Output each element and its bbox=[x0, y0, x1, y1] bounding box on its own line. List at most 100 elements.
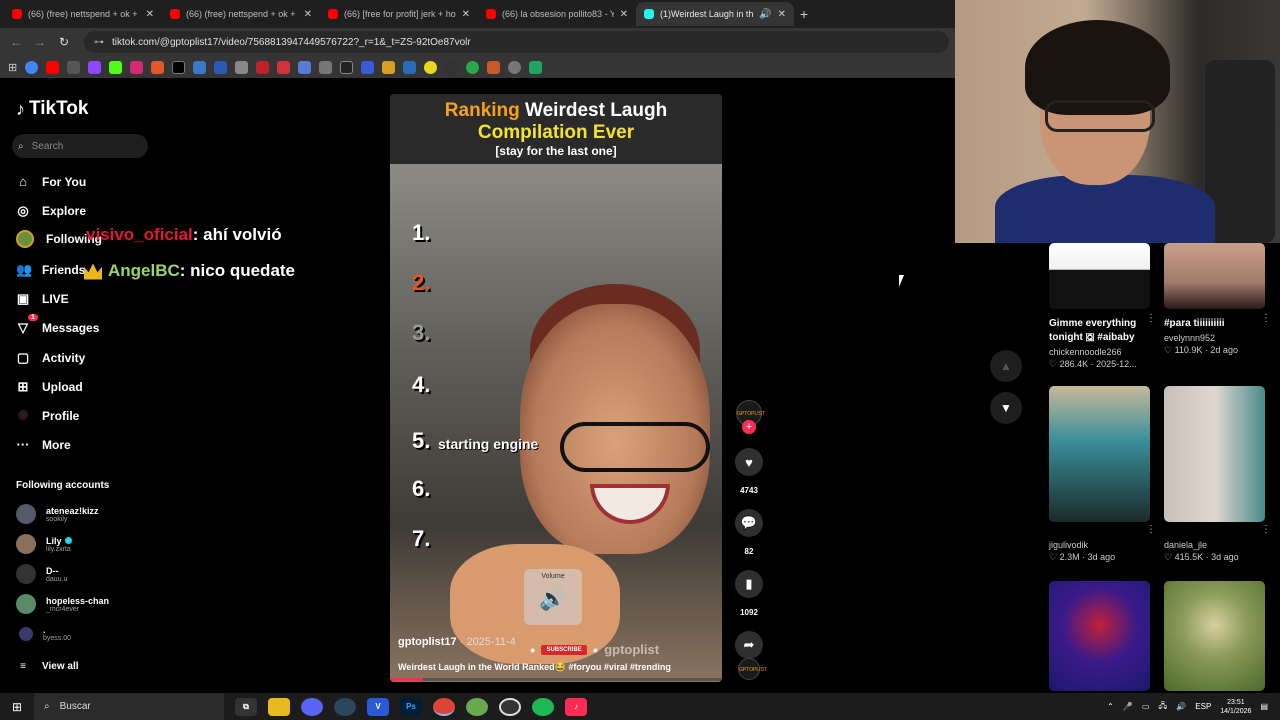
bookmark-sheets-icon[interactable] bbox=[529, 60, 543, 74]
video-player[interactable]: Ranking Weirdest Laugh Compilation Ever … bbox=[390, 94, 722, 682]
bookmark-icon[interactable] bbox=[403, 60, 417, 74]
bookmark-icon[interactable] bbox=[214, 60, 228, 74]
video-thumbnail[interactable] bbox=[1049, 581, 1150, 691]
video-card[interactable] bbox=[1049, 581, 1150, 691]
file-explorer-icon[interactable] bbox=[268, 697, 290, 716]
video-thumbnail[interactable] bbox=[1049, 243, 1150, 309]
browser-tab[interactable]: (66) (free) nettspend + ok + sa ✕ bbox=[4, 2, 162, 26]
save-button[interactable]: ▮ bbox=[735, 570, 763, 598]
share-button[interactable]: ➦ bbox=[735, 631, 763, 659]
browser-tab[interactable]: (66) (free) nettspend + ok + sa ✕ bbox=[162, 2, 320, 26]
spotify-icon[interactable] bbox=[532, 697, 554, 716]
notification-icon[interactable]: ▤ bbox=[1260, 702, 1268, 711]
nav-messages[interactable]: ▽ 1 Messages bbox=[16, 314, 99, 336]
video-thumbnail[interactable] bbox=[1164, 581, 1265, 691]
sound-avatar[interactable]: GPTOPLIST bbox=[738, 658, 767, 680]
more-options-icon[interactable]: ⋮ bbox=[1261, 313, 1271, 324]
nav-more[interactable]: ··· More bbox=[16, 437, 71, 452]
chevron-up-icon[interactable]: ⌃ bbox=[1107, 702, 1114, 711]
more-options-icon[interactable]: ⋮ bbox=[1261, 524, 1271, 535]
bookmark-icon[interactable] bbox=[487, 60, 501, 74]
following-account[interactable]: Lily lily.zxrta bbox=[16, 534, 72, 554]
discord-icon[interactable] bbox=[301, 697, 323, 716]
bookmark-icon[interactable] bbox=[298, 60, 312, 74]
bookmark-icon[interactable] bbox=[277, 60, 291, 74]
browser-tab[interactable]: (66) la obsesion pollito83 - You ✕ bbox=[478, 2, 636, 26]
forward-icon[interactable]: → bbox=[32, 35, 48, 49]
language-indicator[interactable]: ESP bbox=[1195, 702, 1211, 711]
apps-grid-icon[interactable]: ⊞ bbox=[8, 61, 17, 74]
vegas-icon[interactable]: V bbox=[367, 697, 389, 716]
close-icon[interactable]: ✕ bbox=[146, 9, 154, 20]
close-icon[interactable]: ✕ bbox=[462, 9, 470, 20]
bookmark-twitch-icon[interactable] bbox=[88, 60, 102, 74]
search-input[interactable]: ⌕ Search bbox=[12, 134, 148, 158]
app-icon[interactable] bbox=[466, 697, 488, 716]
taskbar-search[interactable]: ⌕ Buscar bbox=[34, 693, 224, 720]
bookmark-icon[interactable] bbox=[340, 60, 354, 74]
nav-upload[interactable]: ⊞ Upload bbox=[16, 379, 83, 395]
chrome-icon[interactable] bbox=[433, 697, 455, 716]
video-card[interactable]: #para tiiiiiiiiii evelynnn952 ♡ 110.9K ·… bbox=[1164, 243, 1271, 356]
nav-activity[interactable]: ▢ Activity bbox=[16, 350, 86, 366]
comment-button[interactable]: 💬 bbox=[735, 509, 763, 537]
photoshop-icon[interactable]: Ps bbox=[400, 697, 422, 716]
more-options-icon[interactable]: ⋮ bbox=[1146, 524, 1156, 535]
video-thumbnail[interactable] bbox=[1164, 386, 1265, 522]
volume-popup[interactable]: Volume 🔊 bbox=[524, 569, 582, 625]
bookmark-icon[interactable] bbox=[256, 60, 270, 74]
bookmark-icon[interactable] bbox=[445, 60, 459, 74]
network-icon[interactable]: 🖧 bbox=[1158, 700, 1167, 714]
nav-for-you[interactable]: ⌂ For You bbox=[16, 174, 86, 189]
following-account[interactable]: ateneaz!kizz sookily bbox=[16, 504, 99, 524]
bookmark-icon[interactable] bbox=[151, 60, 165, 74]
bookmark-kick-icon[interactable] bbox=[109, 60, 123, 74]
video-card[interactable]: ⋮ jigulivodik ♡ 2.3M · 3d ago bbox=[1049, 386, 1156, 563]
obs-icon[interactable] bbox=[499, 697, 521, 716]
view-all-link[interactable]: ≡ View all bbox=[16, 661, 78, 672]
close-icon[interactable]: ✕ bbox=[304, 9, 312, 20]
browser-tab-active[interactable]: (1)Weirdest Laugh in the W🔊✕ bbox=[636, 2, 794, 26]
site-info-icon[interactable]: ⊶ bbox=[94, 37, 104, 48]
bookmark-instagram-icon[interactable] bbox=[130, 60, 144, 74]
nav-friends[interactable]: 👥 Friends bbox=[16, 262, 85, 278]
video-card[interactable]: Gimme everything tonight 🇶 #aibaby chick… bbox=[1049, 243, 1156, 370]
following-account[interactable]: hopeless-chan _mcr4ever bbox=[16, 594, 109, 614]
bookmark-icon[interactable] bbox=[235, 60, 249, 74]
close-icon[interactable]: ✕ bbox=[620, 9, 628, 20]
clock[interactable]: 23:51 14/1/2026 bbox=[1220, 698, 1251, 716]
bookmark-x-icon[interactable] bbox=[172, 60, 186, 74]
next-video-button[interactable]: ▼ bbox=[990, 392, 1022, 424]
back-icon[interactable]: ← bbox=[8, 35, 24, 49]
speaker-icon[interactable]: 🔊 bbox=[759, 9, 771, 20]
bookmark-youtube-icon[interactable] bbox=[46, 60, 60, 74]
previous-video-button[interactable]: ▲ bbox=[990, 350, 1022, 382]
following-account[interactable]: . byess.00 bbox=[16, 625, 71, 642]
new-tab-button[interactable]: + bbox=[794, 6, 814, 22]
windows-start-icon[interactable]: ⊞ bbox=[0, 700, 34, 714]
bookmark-google-icon[interactable] bbox=[25, 60, 39, 74]
tiktok-logo[interactable]: ♪ TikTok bbox=[16, 98, 88, 120]
bookmark-icon[interactable] bbox=[382, 60, 396, 74]
nav-profile[interactable]: Profile bbox=[16, 408, 79, 423]
volume-icon[interactable]: 🔊 bbox=[1176, 702, 1186, 711]
bookmark-icon[interactable] bbox=[424, 60, 438, 74]
bookmark-icon[interactable] bbox=[466, 60, 480, 74]
video-thumbnail[interactable] bbox=[1164, 243, 1265, 309]
more-options-icon[interactable]: ⋮ bbox=[1146, 313, 1156, 324]
bookmark-icon[interactable] bbox=[67, 60, 81, 74]
task-view-icon[interactable]: ⧉ bbox=[235, 697, 257, 716]
video-thumbnail[interactable] bbox=[1049, 386, 1150, 522]
microphone-icon[interactable]: 🎤 bbox=[1123, 702, 1133, 711]
bookmark-icon[interactable] bbox=[319, 60, 333, 74]
url-field[interactable]: ⊶ tiktok.com/@gptoplist17/video/75688139… bbox=[84, 31, 949, 53]
nav-live[interactable]: ▣ LIVE bbox=[16, 291, 69, 307]
following-account[interactable]: D-- dauu.u bbox=[16, 564, 67, 584]
browser-tab[interactable]: (66) [free for profit] jerk + hoo ✕ bbox=[320, 2, 478, 26]
close-icon[interactable]: ✕ bbox=[778, 9, 786, 20]
video-card[interactable] bbox=[1164, 581, 1265, 691]
bookmark-icon[interactable] bbox=[193, 60, 207, 74]
bookmark-icon[interactable] bbox=[508, 60, 522, 74]
video-card[interactable]: ⋮ daniela_jle ♡ 415.5K · 3d ago bbox=[1164, 386, 1271, 563]
bookmark-icon[interactable] bbox=[361, 60, 375, 74]
